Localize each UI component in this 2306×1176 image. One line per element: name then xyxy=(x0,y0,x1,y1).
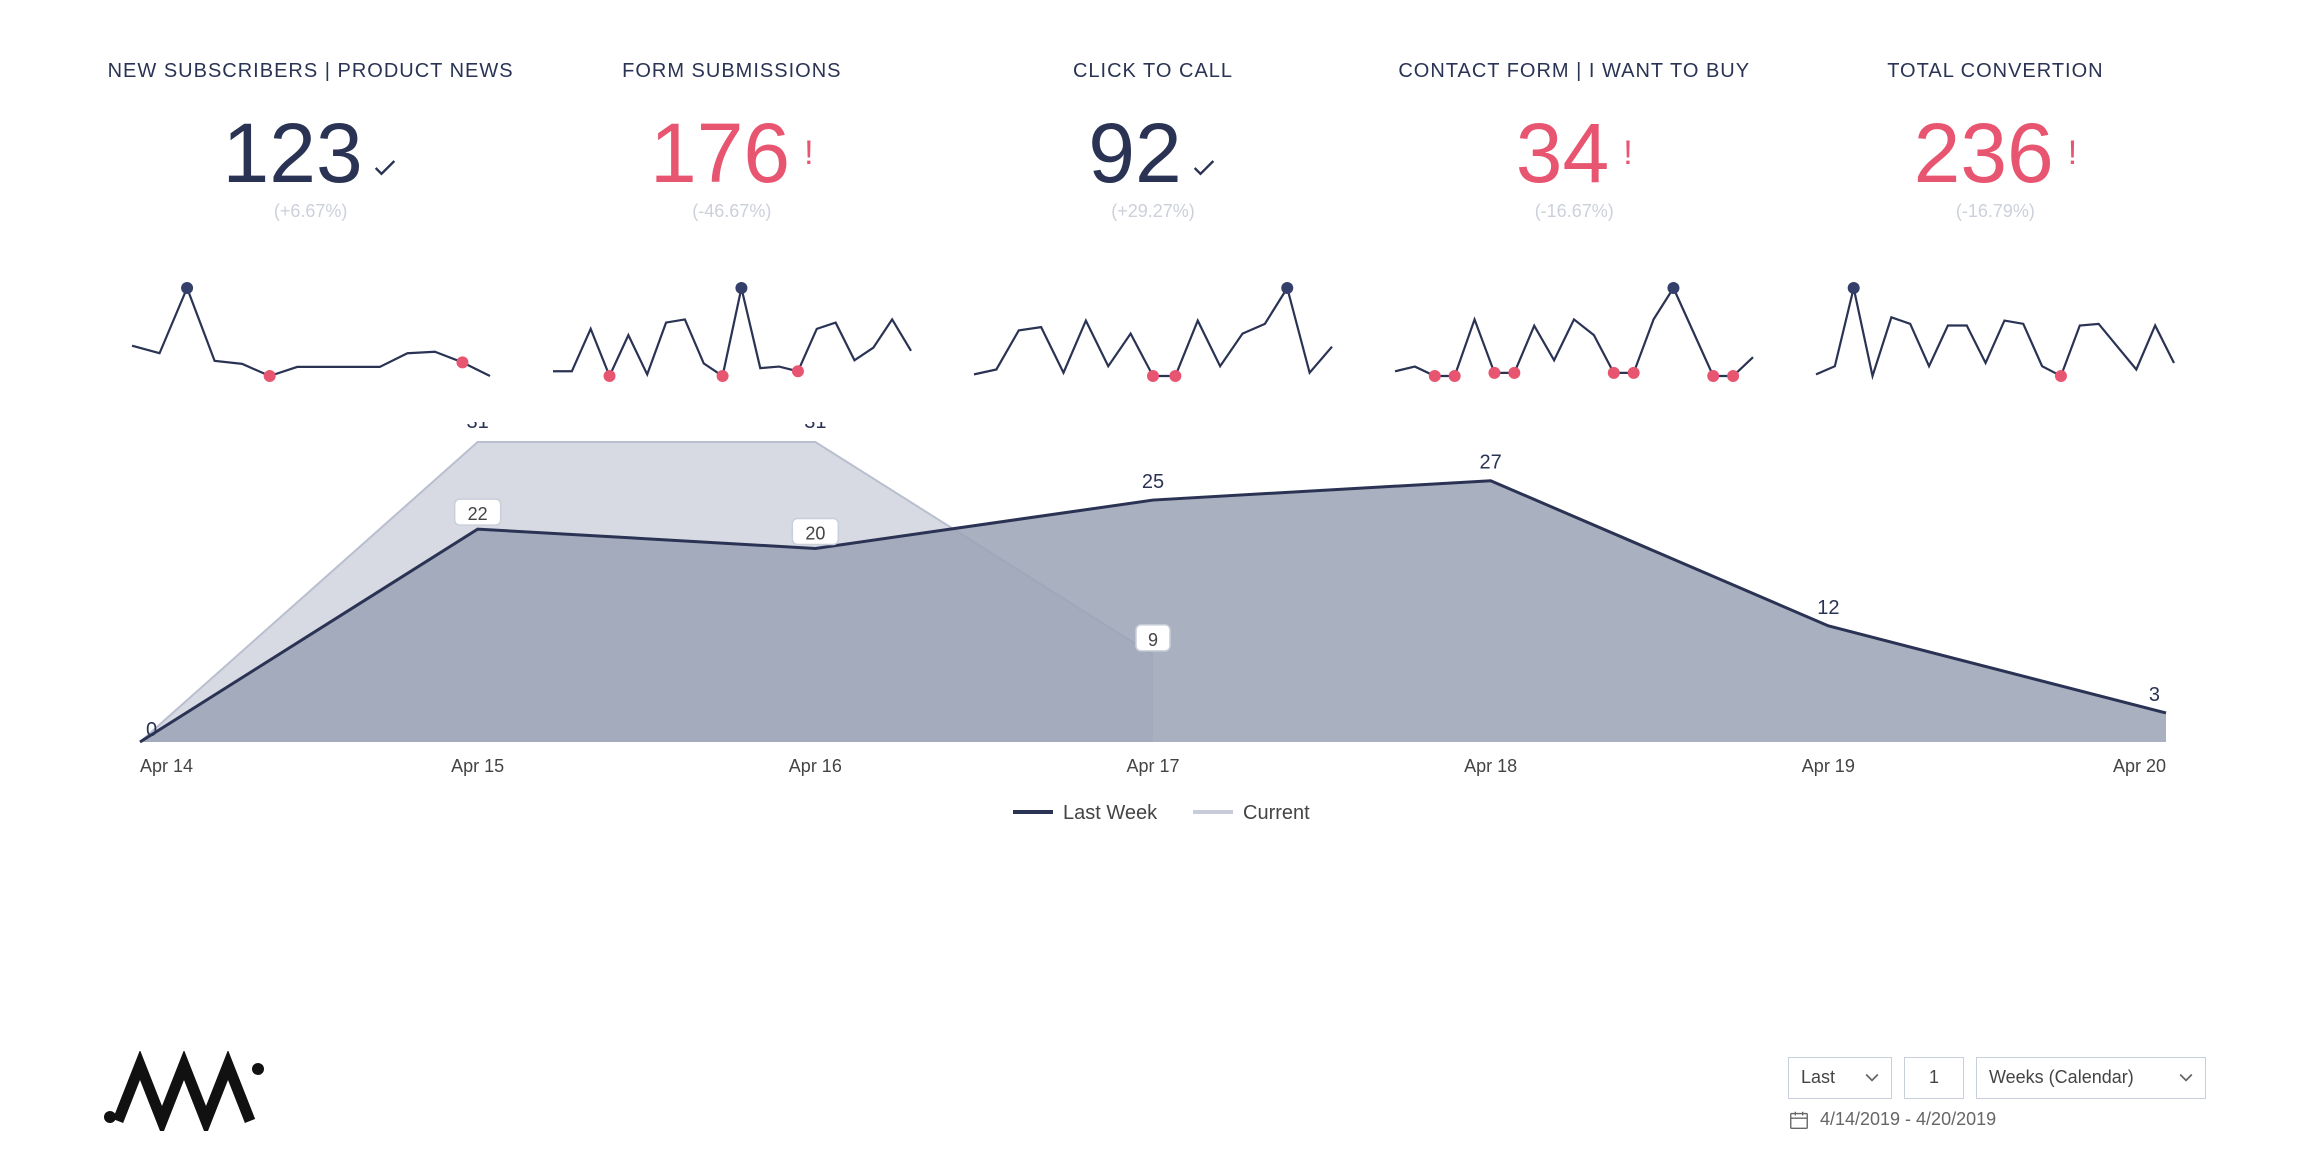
svg-text:0: 0 xyxy=(146,719,157,741)
date-range-text: 4/14/2019 - 4/20/2019 xyxy=(1820,1109,1996,1130)
kpi-row: NEW SUBSCRIBERS | PRODUCT NEWS 123 (+6.6… xyxy=(0,0,2306,222)
footer: Last 1 Weeks (Calendar) 4/14/2019 - 4/20… xyxy=(0,1051,2306,1136)
kpi-delta: (+6.67%) xyxy=(100,201,521,222)
alert-icon: ! xyxy=(798,136,813,170)
unit-select[interactable]: Weeks (Calendar) xyxy=(1976,1057,2206,1099)
kpi-value: 34 xyxy=(1516,111,1609,195)
kpi-value: 92 xyxy=(1088,111,1181,195)
svg-text:27: 27 xyxy=(1480,452,1502,474)
weekly-area-chart: Apr 14 Apr 15 Apr 16 Apr 17 Apr 18 Apr 19 Apr … xyxy=(100,422,2206,847)
period-select-value: Last xyxy=(1801,1067,1835,1088)
check-icon xyxy=(371,111,399,195)
period-select[interactable]: Last xyxy=(1788,1057,1892,1099)
svg-text:20: 20 xyxy=(805,523,825,543)
svg-text:Apr 18: Apr 18 xyxy=(1464,756,1517,776)
kpi-delta: (-16.79%) xyxy=(1785,201,2206,222)
spark-contact-form xyxy=(1364,262,1785,382)
count-value: 1 xyxy=(1929,1067,1939,1088)
svg-text:3: 3 xyxy=(2149,684,2160,706)
date-range-row: 4/14/2019 - 4/20/2019 xyxy=(1788,1109,1996,1131)
svg-text:9: 9 xyxy=(1148,630,1158,650)
spark-click-to-call xyxy=(942,262,1363,382)
kpi-new-subscribers: NEW SUBSCRIBERS | PRODUCT NEWS 123 (+6.6… xyxy=(100,60,521,222)
kpi-value-wrap: 236 ! xyxy=(1785,111,2206,195)
svg-text:Current: Current xyxy=(1243,802,1310,824)
svg-text:Apr 20: Apr 20 xyxy=(2113,756,2166,776)
kpi-delta: (-46.67%) xyxy=(521,201,942,222)
count-input[interactable]: 1 xyxy=(1904,1057,1964,1099)
chevron-down-icon xyxy=(2179,1071,2193,1085)
kpi-form-submissions: FORM SUBMISSIONS 176 ! (-46.67%) xyxy=(521,60,942,222)
kpi-title: CLICK TO CALL xyxy=(942,60,1363,83)
svg-text:Apr 14: Apr 14 xyxy=(140,756,193,776)
alert-icon: ! xyxy=(2062,136,2077,170)
kpi-value: 176 xyxy=(650,111,790,195)
kpi-delta: (-16.67%) xyxy=(1364,201,1785,222)
calendar-icon xyxy=(1788,1109,1810,1131)
svg-text:31: 31 xyxy=(467,422,489,433)
spark-total-conversion xyxy=(1785,262,2206,382)
kpi-value-wrap: 34 ! xyxy=(1364,111,1785,195)
date-controls: Last 1 Weeks (Calendar) 4/14/2019 - 4/20… xyxy=(1788,1057,2206,1131)
kpi-delta: (+29.27%) xyxy=(942,201,1363,222)
logo xyxy=(100,1051,270,1136)
svg-text:Apr 16: Apr 16 xyxy=(789,756,842,776)
svg-text:Apr 19: Apr 19 xyxy=(1802,756,1855,776)
spark-form-submissions xyxy=(521,262,942,382)
kpi-value-wrap: 92 xyxy=(942,111,1363,195)
kpi-total-conversion: TOTAL CONVERTION 236 ! (-16.79%) xyxy=(1785,60,2206,222)
svg-text:22: 22 xyxy=(468,504,488,524)
kpi-title: FORM SUBMISSIONS xyxy=(521,60,942,83)
unit-select-value: Weeks (Calendar) xyxy=(1989,1067,2134,1088)
svg-text:Last Week: Last Week xyxy=(1063,802,1158,824)
sparkline-row xyxy=(0,222,2306,382)
kpi-value: 123 xyxy=(223,111,363,195)
svg-text:25: 25 xyxy=(1142,471,1164,493)
svg-text:31: 31 xyxy=(804,422,826,433)
kpi-click-to-call: CLICK TO CALL 92 (+29.27%) xyxy=(942,60,1363,222)
svg-text:12: 12 xyxy=(1817,597,1839,619)
check-icon xyxy=(1190,111,1218,195)
svg-text:Apr 15: Apr 15 xyxy=(451,756,504,776)
kpi-value: 236 xyxy=(1914,111,2054,195)
spark-new-subscribers xyxy=(100,262,521,382)
alert-icon: ! xyxy=(1617,136,1632,170)
kpi-title: CONTACT FORM | I WANT TO BUY xyxy=(1364,60,1785,83)
kpi-value-wrap: 123 xyxy=(100,111,521,195)
kpi-value-wrap: 176 ! xyxy=(521,111,942,195)
kpi-contact-form: CONTACT FORM | I WANT TO BUY 34 ! (-16.6… xyxy=(1364,60,1785,222)
kpi-title: NEW SUBSCRIBERS | PRODUCT NEWS xyxy=(100,60,521,83)
kpi-title: TOTAL CONVERTION xyxy=(1785,60,2206,83)
chevron-down-icon xyxy=(1865,1071,1879,1085)
svg-text:Apr 17: Apr 17 xyxy=(1126,756,1179,776)
